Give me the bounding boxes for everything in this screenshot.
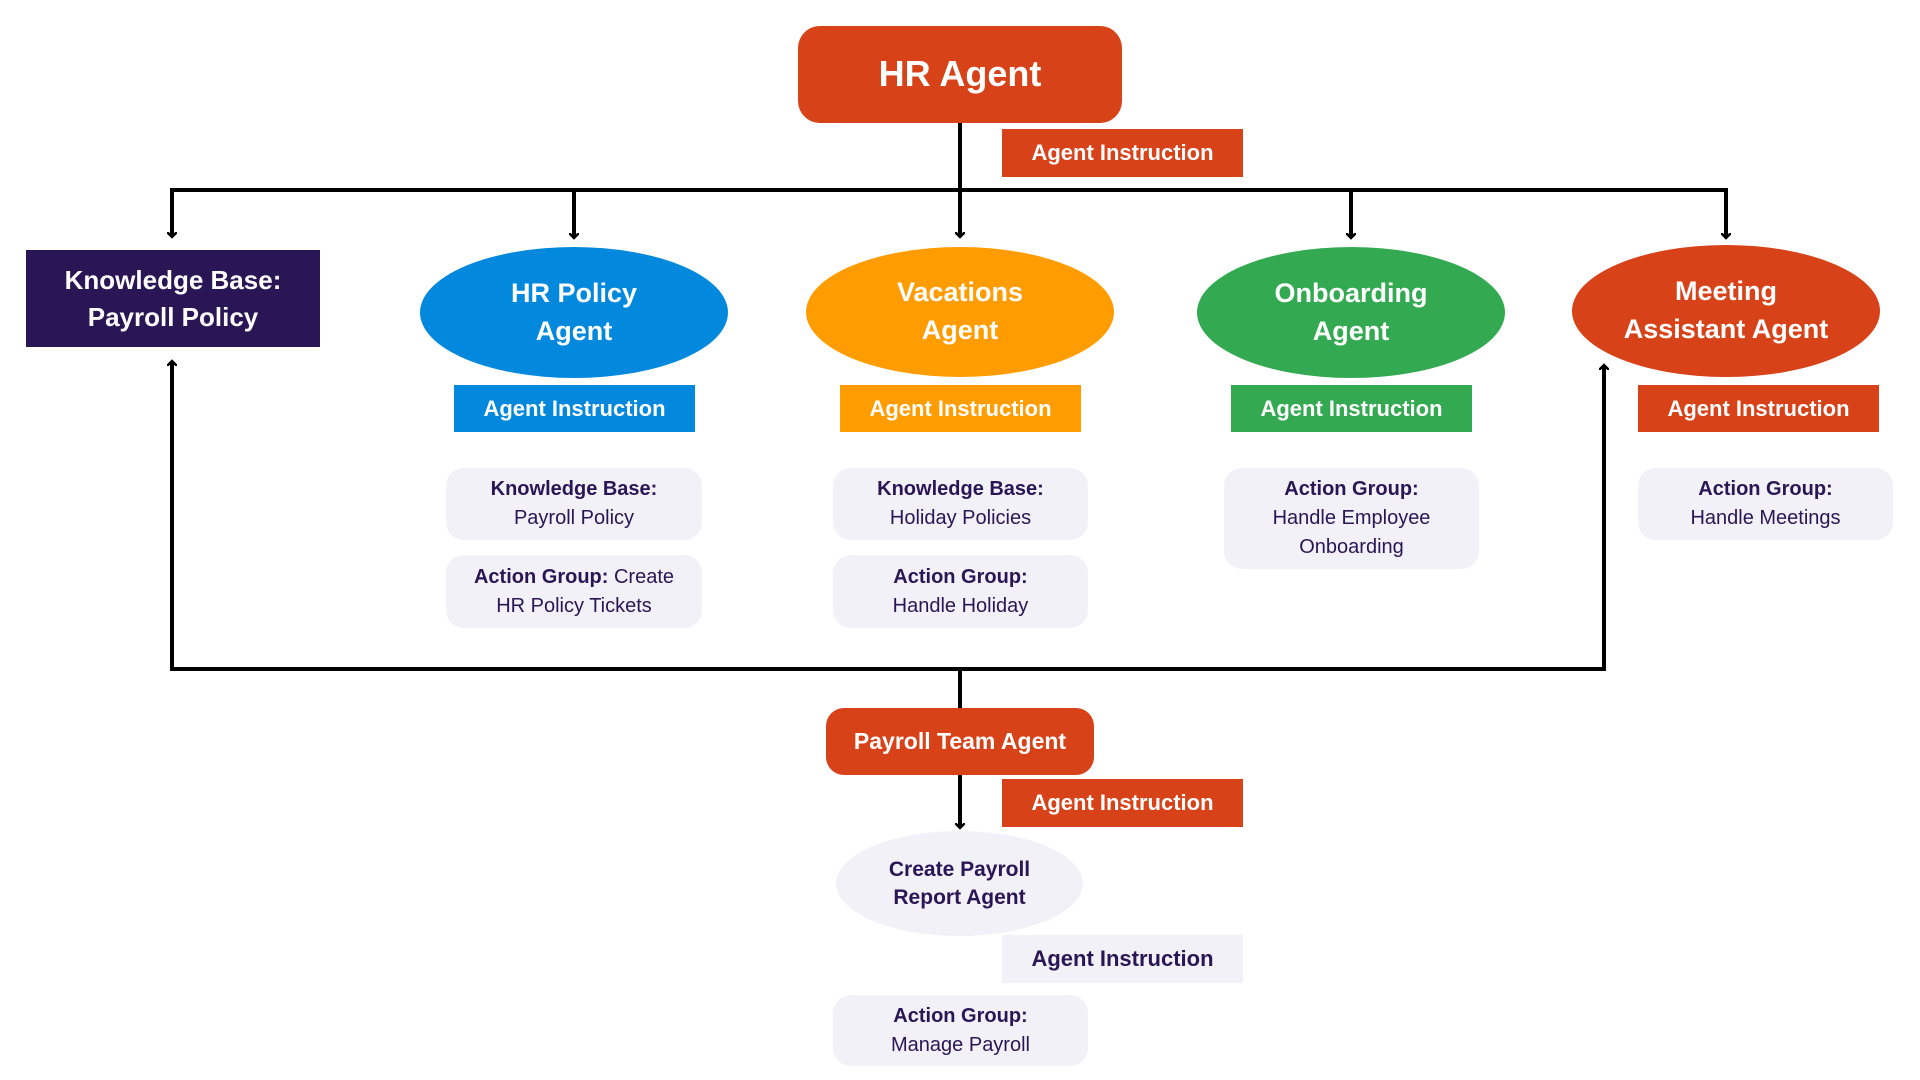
create-payroll-report-agent-node[interactable]: Create Payroll Report Agent [836,831,1083,936]
connector-top-bus [170,188,1728,237]
vacations-instruction[interactable]: Agent Instruction [840,385,1081,432]
card-value-inline: Create [613,565,675,588]
card-label: Action Group: [893,565,1028,588]
onboarding-action-card[interactable]: Action Group: Handle Employee Onboarding [1224,468,1479,569]
onboarding-instruction[interactable]: Agent Instruction [1231,385,1472,432]
meeting-action-card[interactable]: Action Group: Handle Meetings [1638,468,1893,540]
card-value: Manage Payroll [891,1033,1030,1056]
sub-agent-instruction[interactable]: Agent Instruction [1002,935,1243,983]
onboarding-line-1: Onboarding [1274,277,1428,308]
card-label: Action Group: [1284,478,1419,500]
kb-line-1: Knowledge Base: [64,265,282,296]
card-value: Payroll Policy [513,507,635,529]
payroll-team-agent-node[interactable]: Payroll Team Agent [826,708,1094,775]
payroll-team-instruction[interactable]: Agent Instruction [1002,779,1243,827]
hr-policy-line-1: HR Policy [510,277,638,308]
sub-agent-line-1: Create Payroll [888,858,1031,882]
meeting-assistant-agent-node[interactable]: Meeting Assistant Agent [1572,245,1880,377]
hr-policy-agent-node[interactable]: HR Policy Agent [420,247,728,378]
hr-policy-kb-card[interactable]: Knowledge Base: Payroll Policy [446,468,702,540]
kb-line-2: Payroll Policy [87,301,259,332]
card-value: Handle Holiday [892,594,1029,617]
card-label: Action Group: [1698,478,1833,500]
hr-policy-instruction[interactable]: Agent Instruction [454,385,695,432]
sub-agent-action-card[interactable]: Action Group: Manage Payroll [833,995,1088,1066]
sub-agent-line-2: Report Agent [893,885,1026,909]
hr-policy-action-card[interactable]: Action Group: Create HR Policy Tickets [446,555,702,628]
onboarding-line-2: Agent [1312,315,1390,346]
card-value: Holiday Policies [889,507,1032,529]
vacations-kb-card[interactable]: Knowledge Base: Holiday Policies [833,468,1088,540]
vacations-line-2: Agent [921,315,999,345]
payroll-team-title: Payroll Team Agent [853,727,1067,754]
card-value: Handle Employee [1272,507,1431,529]
card-value: Handle Meetings [1690,507,1841,529]
meeting-line-2: Assistant Agent [1623,314,1829,344]
card-label: Action Group: [893,1004,1028,1027]
meeting-instruction[interactable]: Agent Instruction [1638,385,1879,432]
vacations-line-1: Vacations [896,277,1024,308]
vacations-agent-node[interactable]: Vacations Agent [806,247,1114,377]
card-label: Knowledge Base: [877,478,1044,500]
card-label: Action Group: [473,565,609,588]
card-value: HR Policy Tickets [496,594,652,617]
knowledge-base-payroll-policy-node[interactable]: Knowledge Base: Payroll Policy [26,250,320,347]
vacations-action-card[interactable]: Action Group: Handle Holiday [833,555,1088,628]
hr-agent-title: HR Agent [878,53,1042,95]
card-value-2: Onboarding [1299,536,1404,558]
hr-agent-instruction[interactable]: Agent Instruction [1002,129,1243,177]
hr-policy-line-2: Agent [535,315,613,346]
hr-agent-node[interactable]: HR Agent [798,26,1122,123]
onboarding-agent-node[interactable]: Onboarding Agent [1197,247,1505,378]
card-label: Knowledge Base: [490,478,658,500]
meeting-line-1: Meeting [1674,276,1777,307]
